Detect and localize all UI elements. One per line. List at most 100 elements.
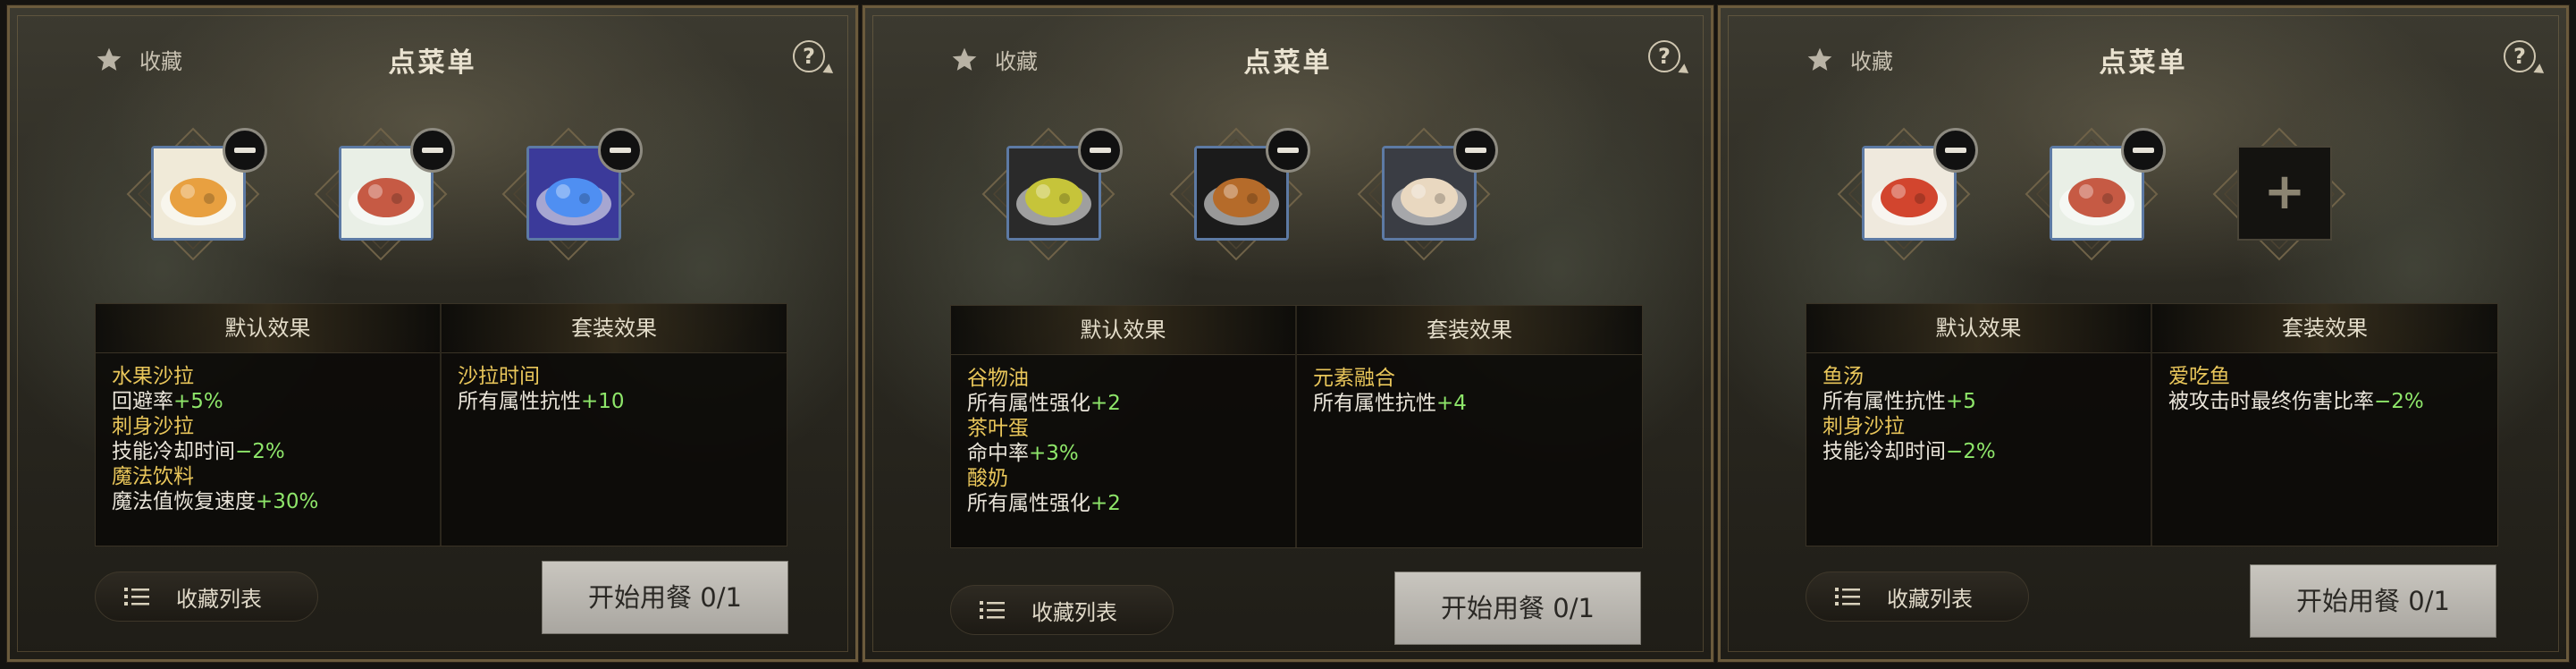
- set-effects-header: 套装效果: [442, 304, 787, 353]
- remove-food-icon[interactable]: [1453, 128, 1498, 173]
- effect-food-name: 水果沙拉: [112, 365, 194, 388]
- meal-panel-1: 收藏 点菜单 ? 默认效果 水果沙拉 回避率+5% 刺身沙拉 技能冷却时间−2% 魔法饮…: [6, 4, 859, 663]
- effect-stat-value: +5%: [173, 390, 223, 413]
- effect-food-name: 刺身沙拉: [112, 415, 194, 438]
- effect-stat-value: +10: [581, 390, 625, 413]
- list-icon: [124, 588, 149, 605]
- favorites-list-label: 收藏列表: [1031, 599, 1117, 625]
- effects-box: 默认效果 鱼汤 所有属性抗性+5 刺身沙拉 技能冷却时间−2% 套装效果 爱吃鱼 被攻击…: [1806, 303, 2498, 546]
- effect-food-name: 刺身沙拉: [1823, 415, 1905, 438]
- effect-stat-value: +4: [1436, 392, 1467, 415]
- food-slot[interactable]: [2007, 105, 2176, 284]
- default-effects-list: 谷物油 所有属性强化+2 茶叶蛋 命中率+3% 酸奶 所有属性强化+2: [951, 355, 1295, 516]
- favorites-list-button[interactable]: 收藏列表: [1806, 572, 2029, 622]
- effect-stat-label: 所有属性抗性: [1313, 392, 1436, 415]
- food-slots: +: [1721, 105, 2566, 284]
- food-slot[interactable]: [1339, 105, 1509, 284]
- effect-stat-line: 技能冷却时间−2%: [112, 439, 440, 464]
- panel-title: 点菜单: [2099, 47, 2188, 79]
- remove-food-icon[interactable]: [223, 128, 267, 173]
- favorites-list-button[interactable]: 收藏列表: [95, 572, 318, 622]
- panel-title: 点菜单: [1243, 47, 1333, 79]
- food-slot[interactable]: [1819, 105, 1989, 284]
- effect-food-name: 元素融合: [1313, 367, 1395, 390]
- default-effects-column: 默认效果 谷物油 所有属性强化+2 茶叶蛋 命中率+3% 酸奶 所有属性强化+2: [951, 306, 1295, 547]
- effect-stat-value: +5: [1946, 390, 1976, 413]
- set-effects-list: 沙拉时间 所有属性抗性+10: [442, 353, 787, 414]
- remove-food-icon[interactable]: [2121, 128, 2166, 173]
- set-effects-header: 套装效果: [1297, 306, 1642, 355]
- set-effects-list: 元素融合 所有属性抗性+4: [1297, 355, 1642, 416]
- remove-food-icon[interactable]: [1266, 128, 1310, 173]
- food-slot[interactable]: [964, 105, 1133, 284]
- effect-stat-line: 被攻击时最终伤害比率−2%: [2168, 389, 2497, 414]
- food-slot[interactable]: [296, 105, 466, 284]
- effect-stat-line: 所有属性抗性+10: [458, 389, 787, 414]
- default-effects-list: 水果沙拉 回避率+5% 刺身沙拉 技能冷却时间−2% 魔法饮料 魔法值恢复速度+30%: [96, 353, 440, 514]
- effect-stat-value: +2: [1090, 392, 1121, 415]
- effect-stat-label: 技能冷却时间: [1823, 440, 1946, 463]
- effect-stat-label: 魔法值恢复速度: [112, 490, 256, 513]
- effect-food-name: 爱吃鱼: [2168, 365, 2230, 388]
- set-effects-column: 套装效果 沙拉时间 所有属性抗性+10: [442, 304, 787, 546]
- set-effects-column: 套装效果 元素融合 所有属性抗性+4: [1297, 306, 1642, 547]
- effect-stat-line: 命中率+3%: [967, 441, 1295, 466]
- start-meal-button[interactable]: 开始用餐 0/1: [1394, 572, 1641, 645]
- effect-food-name: 谷物油: [967, 367, 1029, 390]
- effect-stat-label: 所有属性抗性: [1823, 390, 1946, 413]
- effect-stat-line: 所有属性抗性+4: [1313, 391, 1642, 416]
- effect-stat-line: 技能冷却时间−2%: [1823, 439, 2151, 464]
- effect-stat-value: −2%: [235, 440, 285, 463]
- remove-food-icon[interactable]: [598, 128, 643, 173]
- set-effects-column: 套装效果 爱吃鱼 被攻击时最终伤害比率−2%: [2152, 304, 2497, 546]
- empty-food-slot[interactable]: +: [2194, 105, 2364, 284]
- favorites-list-label: 收藏列表: [1887, 586, 1973, 612]
- remove-food-icon[interactable]: [410, 128, 455, 173]
- help-icon[interactable]: ?: [1648, 40, 1680, 72]
- effects-box: 默认效果 谷物油 所有属性强化+2 茶叶蛋 命中率+3% 酸奶 所有属性强化+2 套装效果…: [950, 305, 1643, 548]
- panel-title: 点菜单: [388, 47, 477, 79]
- food-slot[interactable]: [108, 105, 278, 284]
- effect-stat-line: 所有属性抗性+5: [1823, 389, 2151, 414]
- effect-stat-label: 所有属性抗性: [458, 390, 581, 413]
- food-slots: [10, 105, 855, 284]
- set-effects-header: 套装效果: [2152, 304, 2497, 353]
- start-meal-button[interactable]: 开始用餐 0/1: [542, 561, 788, 634]
- favorites-list-button[interactable]: 收藏列表: [950, 585, 1174, 635]
- effect-stat-label: 所有属性强化: [967, 392, 1090, 415]
- effect-stat-line: 所有属性强化+2: [967, 391, 1295, 416]
- effect-food-name: 茶叶蛋: [967, 417, 1029, 440]
- help-icon[interactable]: ?: [793, 40, 825, 72]
- list-icon: [980, 601, 1005, 619]
- effects-box: 默认效果 水果沙拉 回避率+5% 刺身沙拉 技能冷却时间−2% 魔法饮料 魔法值恢复速度+…: [95, 303, 787, 546]
- list-icon: [1835, 588, 1860, 605]
- effect-stat-line: 所有属性强化+2: [967, 491, 1295, 516]
- effect-stat-value: −2%: [2374, 390, 2424, 413]
- effect-stat-label: 回避率: [112, 390, 173, 413]
- effect-stat-value: −2%: [1946, 440, 1996, 463]
- food-slots: [865, 105, 1711, 284]
- default-effects-column: 默认效果 水果沙拉 回避率+5% 刺身沙拉 技能冷却时间−2% 魔法饮料 魔法值恢复速度+…: [96, 304, 440, 546]
- remove-food-icon[interactable]: [1933, 128, 1978, 173]
- favorites-list-label: 收藏列表: [176, 586, 262, 612]
- effect-stat-value: +30%: [256, 490, 319, 513]
- effect-stat-line: 魔法值恢复速度+30%: [112, 489, 440, 514]
- effect-stat-label: 所有属性强化: [967, 492, 1090, 515]
- default-effects-header: 默认效果: [951, 306, 1295, 355]
- start-meal-button[interactable]: 开始用餐 0/1: [2250, 564, 2496, 638]
- plus-icon[interactable]: +: [2237, 146, 2332, 241]
- effect-stat-label: 被攻击时最终伤害比率: [2168, 390, 2374, 413]
- effect-food-name: 沙拉时间: [458, 365, 540, 388]
- default-effects-header: 默认效果: [1806, 304, 2151, 353]
- effect-food-name: 魔法饮料: [112, 465, 194, 488]
- effect-stat-label: 技能冷却时间: [112, 440, 235, 463]
- help-icon[interactable]: ?: [2504, 40, 2536, 72]
- effect-food-name: 鱼汤: [1823, 365, 1864, 388]
- default-effects-list: 鱼汤 所有属性抗性+5 刺身沙拉 技能冷却时间−2%: [1806, 353, 2151, 464]
- default-effects-column: 默认效果 鱼汤 所有属性抗性+5 刺身沙拉 技能冷却时间−2%: [1806, 304, 2151, 546]
- food-slot[interactable]: [484, 105, 653, 284]
- food-slot[interactable]: [1151, 105, 1321, 284]
- effect-stat-value: +3%: [1029, 442, 1079, 465]
- effect-stat-label: 命中率: [967, 442, 1029, 465]
- remove-food-icon[interactable]: [1078, 128, 1123, 173]
